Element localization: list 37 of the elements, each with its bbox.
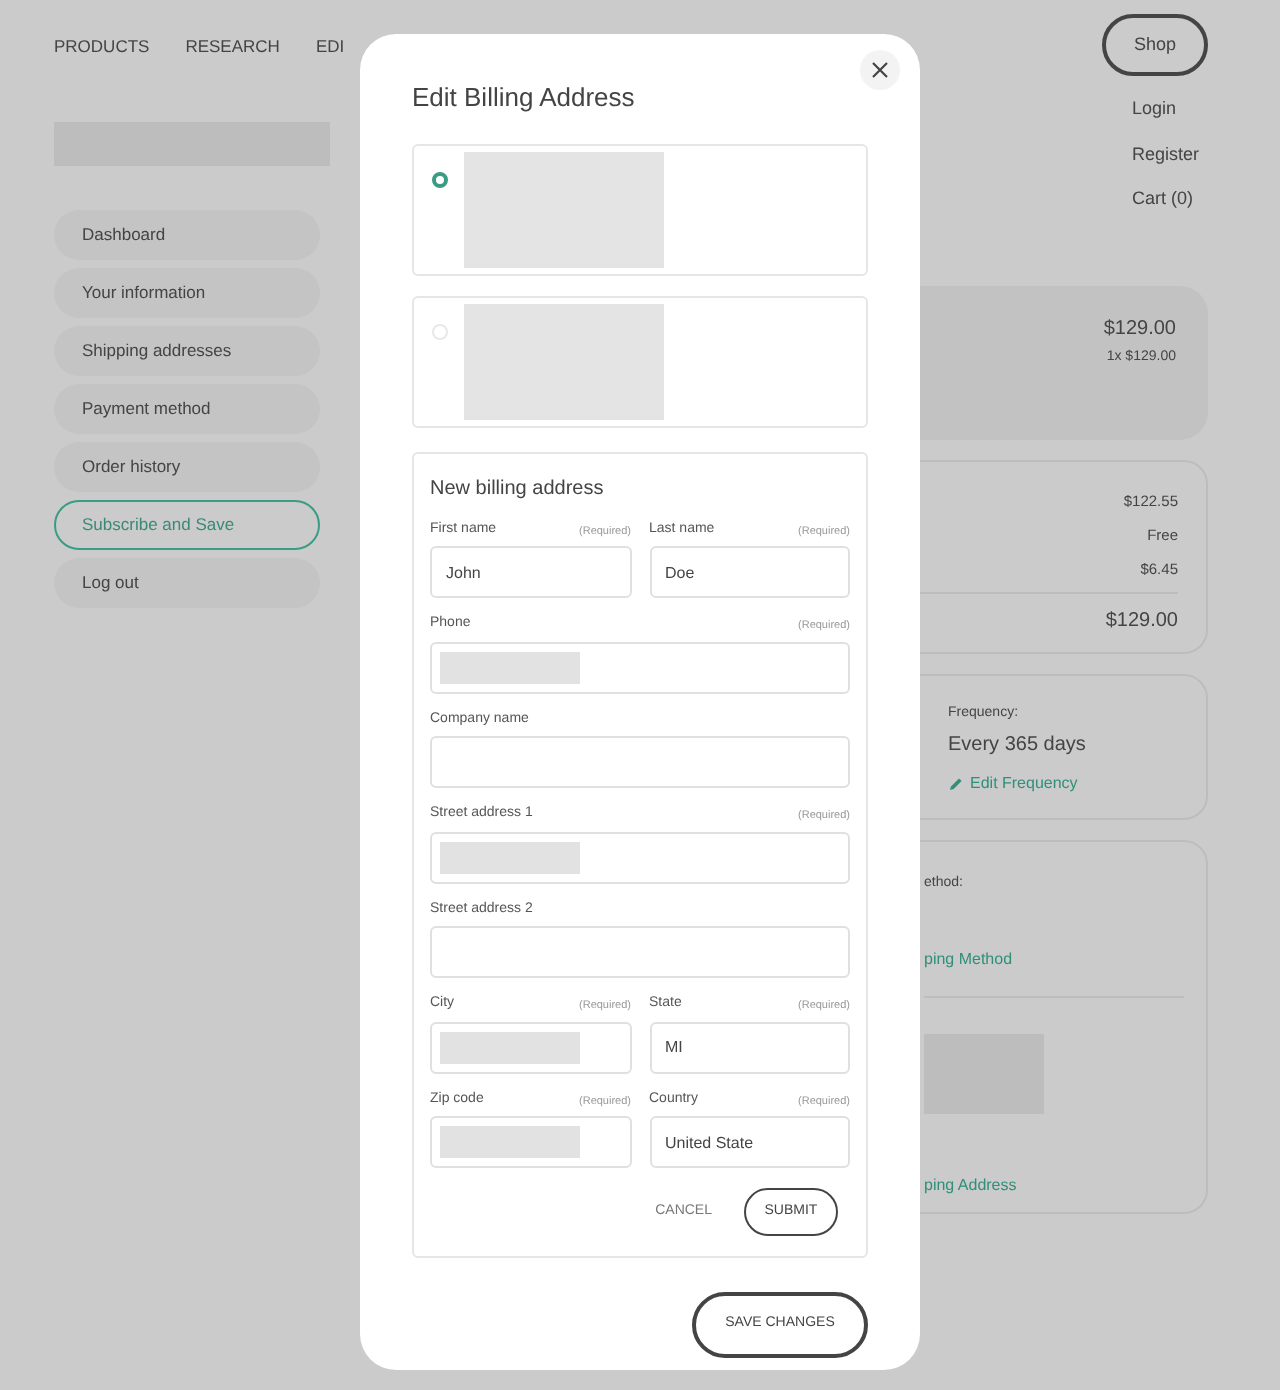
input-field[interactable] xyxy=(430,831,850,883)
input-field[interactable]: MI xyxy=(649,1021,850,1073)
input-field[interactable]: Doe xyxy=(649,546,850,598)
radio-button[interactable] xyxy=(432,171,448,187)
address-option[interactable] xyxy=(412,295,868,427)
nav-link[interactable]: PRODUCTS xyxy=(54,34,150,60)
total-price: $129.00 xyxy=(1105,608,1178,637)
input-field[interactable] xyxy=(430,736,850,788)
price: $129.00 xyxy=(1103,315,1176,343)
shop-button[interactable]: Shop xyxy=(1102,14,1208,76)
frequency-value: Every 365 days xyxy=(948,732,1088,760)
sidebar-item[interactable]: Log out xyxy=(54,557,320,608)
blurred-value xyxy=(440,651,580,683)
input-field[interactable] xyxy=(430,926,850,978)
sidebar-item[interactable]: Shipping addresses xyxy=(54,325,320,376)
modal-title: Edit Billing Address xyxy=(412,80,637,116)
input-field[interactable] xyxy=(430,1116,631,1168)
input-field[interactable]: United State xyxy=(649,1116,850,1168)
blurred-value xyxy=(440,841,580,873)
blurred-value xyxy=(440,1031,580,1063)
sidebar-item[interactable]: Your information xyxy=(54,267,320,318)
blurred-value xyxy=(440,1126,580,1158)
input-field[interactable] xyxy=(430,641,850,693)
sidebar-item[interactable]: Dashboard xyxy=(54,209,320,260)
nav-link[interactable]: EDI xyxy=(315,34,345,60)
account-link[interactable]: Login xyxy=(1132,96,1196,123)
sidebar-item[interactable]: Order history xyxy=(54,441,320,492)
close-icon xyxy=(872,62,888,78)
input-field[interactable] xyxy=(430,1021,631,1073)
close-button[interactable] xyxy=(860,50,900,90)
nav-link[interactable]: RESEARCH xyxy=(185,34,280,60)
pencil-icon xyxy=(948,776,964,792)
account-link[interactable]: Cart (0) xyxy=(1132,186,1196,213)
account-link[interactable]: Register xyxy=(1132,141,1196,168)
sidebar-item[interactable]: Payment method xyxy=(54,383,320,434)
new-address-title: New billing address xyxy=(430,475,606,503)
input-field[interactable]: John xyxy=(430,546,631,598)
